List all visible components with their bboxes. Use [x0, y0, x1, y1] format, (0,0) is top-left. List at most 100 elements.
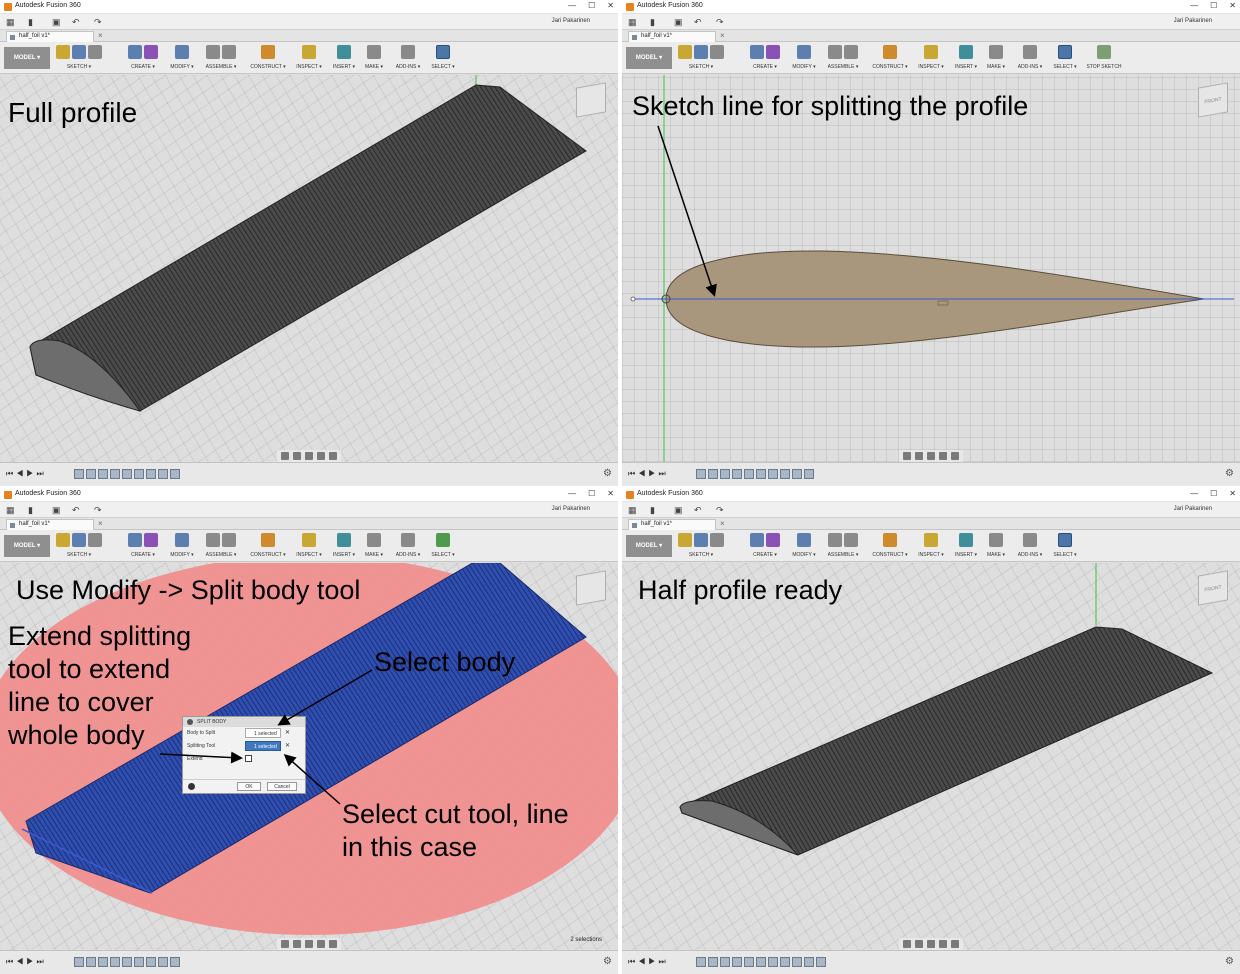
gear-icon[interactable]: ⚙	[603, 468, 612, 479]
timeline-step[interactable]	[74, 469, 84, 479]
file-icon[interactable]: ▮	[650, 17, 655, 28]
grid-menu-icon[interactable]: ▦	[6, 17, 15, 28]
assemble-group[interactable]: ASSEMBLE ▾	[826, 533, 860, 559]
assemble-group[interactable]: ASSEMBLE ▾	[826, 45, 860, 71]
document-tab[interactable]: half_foil v1*	[628, 519, 716, 530]
addins-group[interactable]: ADD-INS ▾	[1016, 533, 1044, 559]
workspace-model-button[interactable]: MODEL ▾	[4, 535, 50, 557]
timeline-step[interactable]	[98, 469, 108, 479]
display-settings-icon[interactable]	[939, 940, 947, 948]
create-group[interactable]: CREATE ▾	[746, 45, 784, 71]
view-cube[interactable]: FRONT	[1198, 82, 1228, 118]
zoom-icon[interactable]	[927, 452, 935, 460]
3d-viewport[interactable]: FRONT	[622, 75, 1240, 462]
pan-icon[interactable]	[293, 452, 301, 460]
maximize-button[interactable]: ☐	[588, 489, 595, 498]
pan-icon[interactable]	[915, 452, 923, 460]
display-settings-icon[interactable]	[317, 940, 325, 948]
clear-selection-icon[interactable]: ✕	[285, 742, 290, 749]
orbit-icon[interactable]	[281, 452, 289, 460]
workspace-model-button[interactable]: MODEL ▾	[4, 47, 50, 69]
file-icon[interactable]: ▮	[650, 505, 655, 516]
timeline-step[interactable]	[86, 957, 96, 967]
timeline-step[interactable]	[134, 957, 144, 967]
inspect-group[interactable]: INSPECT ▾	[918, 45, 944, 71]
view-cube[interactable]	[576, 570, 606, 606]
minimize-button[interactable]: —	[568, 489, 576, 498]
timeline-step[interactable]	[732, 957, 742, 967]
ok-button[interactable]: OK	[237, 782, 261, 791]
close-tab-icon[interactable]: ×	[720, 519, 725, 528]
timeline-step[interactable]	[158, 957, 168, 967]
timeline-play-controls[interactable]: ⏮◀▶⏭	[6, 469, 47, 479]
timeline-step[interactable]	[792, 469, 802, 479]
document-tab[interactable]: half_foil v1*	[6, 519, 94, 530]
redo-icon[interactable]: ↷	[94, 505, 102, 516]
redo-icon[interactable]: ↷	[716, 505, 724, 516]
construct-group[interactable]: CONSTRUCT ▾	[872, 45, 908, 71]
close-button[interactable]: ✕	[607, 1, 614, 10]
timeline-step[interactable]	[768, 957, 778, 967]
undo-icon[interactable]: ↶	[694, 17, 702, 28]
timeline-step[interactable]	[768, 469, 778, 479]
document-tab[interactable]: half_foil v1*	[6, 31, 94, 42]
make-group[interactable]: MAKE ▾	[362, 45, 386, 71]
construct-group[interactable]: CONSTRUCT ▾	[872, 533, 908, 559]
timeline-step[interactable]	[720, 469, 730, 479]
zoom-icon[interactable]	[927, 940, 935, 948]
user-name[interactable]: Jari Pakarinen	[552, 506, 590, 512]
close-button[interactable]: ✕	[1229, 489, 1236, 498]
splitting-tool-selector[interactable]: 1 selected	[245, 741, 281, 751]
assemble-group[interactable]: ASSEMBLE ▾	[204, 533, 238, 559]
3d-viewport[interactable]: FRONT	[622, 563, 1240, 950]
grid-settings-icon[interactable]	[329, 452, 337, 460]
timeline-step[interactable]	[744, 957, 754, 967]
timeline-step[interactable]	[744, 469, 754, 479]
addins-group[interactable]: ADD-INS ▾	[1016, 45, 1044, 71]
create-group[interactable]: CREATE ▾	[124, 45, 162, 71]
timeline-step[interactable]	[146, 957, 156, 967]
undo-icon[interactable]: ↶	[72, 505, 80, 516]
timeline-step[interactable]	[146, 469, 156, 479]
timeline-step[interactable]	[98, 957, 108, 967]
timeline-step[interactable]	[816, 957, 826, 967]
file-icon[interactable]: ▮	[28, 505, 33, 516]
user-name[interactable]: Jari Pakarinen	[552, 18, 590, 24]
grid-menu-icon[interactable]: ▦	[628, 505, 637, 516]
grid-settings-icon[interactable]	[329, 940, 337, 948]
maximize-button[interactable]: ☐	[1210, 1, 1217, 10]
timeline-step[interactable]	[86, 469, 96, 479]
zoom-icon[interactable]	[305, 940, 313, 948]
select-group[interactable]: SELECT ▾	[1052, 45, 1078, 71]
make-group[interactable]: MAKE ▾	[984, 533, 1008, 559]
select-group[interactable]: SELECT ▾	[430, 45, 456, 71]
sketch-group[interactable]: SKETCH ▾	[56, 45, 102, 71]
inspect-group[interactable]: INSPECT ▾	[296, 45, 322, 71]
timeline-step[interactable]	[780, 957, 790, 967]
sketch-group[interactable]: SKETCH ▾	[678, 533, 724, 559]
timeline-play-controls[interactable]: ⏮◀▶⏭	[628, 469, 669, 479]
gear-icon[interactable]: ⚙	[1225, 468, 1234, 479]
timeline-play-controls[interactable]: ⏮◀▶⏭	[628, 957, 669, 967]
inspect-group[interactable]: INSPECT ▾	[918, 533, 944, 559]
zoom-icon[interactable]	[305, 452, 313, 460]
modify-group[interactable]: MODIFY ▾	[170, 45, 194, 71]
user-name[interactable]: Jari Pakarinen	[1174, 506, 1212, 512]
timeline-step[interactable]	[170, 957, 180, 967]
file-icon[interactable]: ▮	[28, 17, 33, 28]
insert-group[interactable]: INSERT ▾	[332, 533, 356, 559]
view-cube[interactable]	[576, 82, 606, 118]
minimize-button[interactable]: —	[1190, 1, 1198, 10]
sketch-group[interactable]: SKETCH ▾	[678, 45, 724, 71]
user-name[interactable]: Jari Pakarinen	[1174, 18, 1212, 24]
select-group[interactable]: SELECT ▾	[430, 533, 456, 559]
workspace-model-button[interactable]: MODEL ▾	[626, 47, 672, 69]
close-tab-icon[interactable]: ×	[720, 31, 725, 40]
display-settings-icon[interactable]	[317, 452, 325, 460]
save-icon[interactable]: ▣	[674, 505, 683, 516]
close-button[interactable]: ✕	[1229, 1, 1236, 10]
timeline-step[interactable]	[732, 469, 742, 479]
timeline-step[interactable]	[720, 957, 730, 967]
save-icon[interactable]: ▣	[52, 505, 61, 516]
info-icon[interactable]	[188, 783, 195, 790]
